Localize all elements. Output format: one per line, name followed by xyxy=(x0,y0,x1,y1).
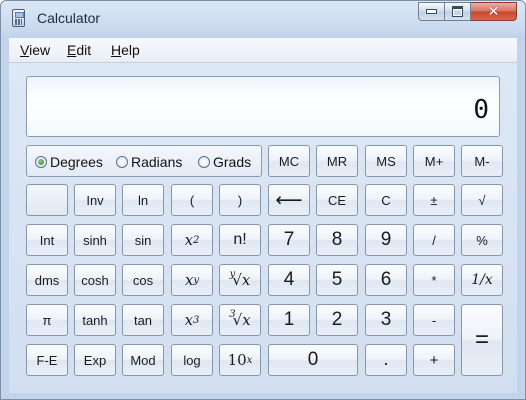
exp-button[interactable]: Exp xyxy=(74,344,116,376)
plus-minus-button[interactable]: ± xyxy=(413,184,455,216)
radio-selected-icon xyxy=(35,156,47,168)
close-icon: ✕ xyxy=(487,3,500,20)
backspace-icon: ⟵ xyxy=(275,189,303,211)
multiply-button[interactable]: * xyxy=(413,264,455,296)
menu-view[interactable]: View xyxy=(20,42,50,58)
angle-unit-group: Degrees Radians Grads xyxy=(26,145,262,177)
m-minus-button[interactable]: M- xyxy=(461,145,503,177)
menu-help[interactable]: Help xyxy=(111,42,140,58)
minimize-icon xyxy=(426,9,437,14)
maximize-icon xyxy=(452,6,463,17)
ln-button[interactable]: ln xyxy=(122,184,164,216)
equals-button[interactable]: = xyxy=(461,304,503,376)
radio-unselected-icon xyxy=(198,156,210,168)
radio-unselected-icon xyxy=(116,156,128,168)
digit-6-button[interactable]: 6 xyxy=(365,264,407,296)
divide-button[interactable]: / xyxy=(413,224,455,256)
f-e-button[interactable]: F-E xyxy=(26,344,68,376)
display-value: 0 xyxy=(473,95,489,125)
display: 0 xyxy=(26,76,500,137)
cos-button[interactable]: cos xyxy=(122,264,164,296)
radio-grads[interactable]: Grads xyxy=(198,154,251,170)
open-paren-button[interactable]: ( xyxy=(171,184,213,216)
ce-button[interactable]: CE xyxy=(316,184,358,216)
sqrt-button[interactable]: √ xyxy=(461,184,503,216)
digit-8-button[interactable]: 8 xyxy=(316,224,358,256)
digit-0-button[interactable]: 0 xyxy=(268,344,358,376)
reciprocal-button[interactable]: 1/x xyxy=(461,264,503,296)
pi-button[interactable]: π xyxy=(26,304,68,336)
mod-button[interactable]: Mod xyxy=(122,344,164,376)
dms-button[interactable]: dms xyxy=(26,264,68,296)
sin-button[interactable]: sin xyxy=(122,224,164,256)
x-cubed-button[interactable]: x3 xyxy=(171,304,213,336)
window-title: Calculator xyxy=(37,10,101,26)
digit-3-button[interactable]: 3 xyxy=(365,304,407,336)
decimal-point-button[interactable]: . xyxy=(365,344,407,376)
y-root-x-button[interactable]: y √x xyxy=(219,264,261,296)
inv-button[interactable]: Inv xyxy=(74,184,116,216)
calculator-window: Calculator ✕ View Edit Help 0 Degrees Ra… xyxy=(0,0,526,400)
x-power-y-button[interactable]: xy xyxy=(171,264,213,296)
int-button[interactable]: Int xyxy=(26,224,68,256)
sinh-button[interactable]: sinh xyxy=(74,224,116,256)
caption-buttons: ✕ xyxy=(418,2,517,22)
blank-button xyxy=(26,184,68,216)
ten-power-x-button[interactable]: 10 x xyxy=(219,344,261,376)
close-button[interactable]: ✕ xyxy=(471,2,517,21)
maximize-button[interactable] xyxy=(445,2,471,21)
c-button[interactable]: C xyxy=(365,184,407,216)
tanh-button[interactable]: tanh xyxy=(74,304,116,336)
factorial-button[interactable]: n! xyxy=(219,224,261,256)
cube-root-button[interactable]: 3 √x xyxy=(219,304,261,336)
m-plus-button[interactable]: M+ xyxy=(413,145,455,177)
menu-bar: View Edit Help xyxy=(9,38,517,63)
calculator-body: 0 Degrees Radians Grads MC MR MS M+ M- I… xyxy=(9,63,517,393)
digit-7-button[interactable]: 7 xyxy=(268,224,310,256)
minimize-button[interactable] xyxy=(418,2,445,21)
percent-button[interactable]: % xyxy=(461,224,503,256)
backspace-button[interactable]: ⟵ xyxy=(268,184,310,216)
title-bar[interactable]: Calculator ✕ xyxy=(1,1,525,35)
add-button[interactable]: + xyxy=(413,344,455,376)
cosh-button[interactable]: cosh xyxy=(74,264,116,296)
digit-5-button[interactable]: 5 xyxy=(316,264,358,296)
digit-2-button[interactable]: 2 xyxy=(316,304,358,336)
calculator-icon xyxy=(12,9,25,27)
ms-button[interactable]: MS xyxy=(365,145,407,177)
digit-9-button[interactable]: 9 xyxy=(365,224,407,256)
digit-4-button[interactable]: 4 xyxy=(268,264,310,296)
close-paren-button[interactable]: ) xyxy=(219,184,261,216)
radio-degrees[interactable]: Degrees xyxy=(35,154,103,170)
subtract-button[interactable]: - xyxy=(413,304,455,336)
menu-edit[interactable]: Edit xyxy=(67,42,91,58)
digit-1-button[interactable]: 1 xyxy=(268,304,310,336)
radio-radians[interactable]: Radians xyxy=(116,154,182,170)
x-squared-button[interactable]: x2 xyxy=(171,224,213,256)
mr-button[interactable]: MR xyxy=(316,145,358,177)
log-button[interactable]: log xyxy=(171,344,213,376)
mc-button[interactable]: MC xyxy=(268,145,310,177)
tan-button[interactable]: tan xyxy=(122,304,164,336)
